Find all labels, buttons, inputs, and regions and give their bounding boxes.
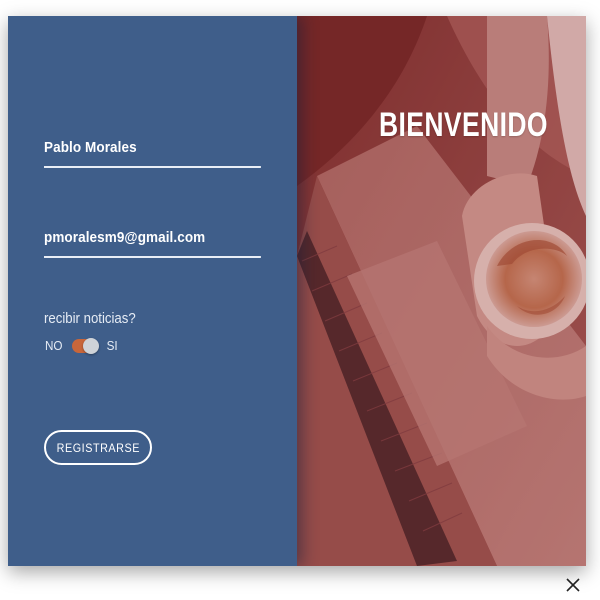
close-icon	[566, 578, 580, 592]
newsletter-toggle-row: NO SI	[44, 337, 118, 354]
form-panel: Pablo Morales pmoralesm9@gmail.com recib…	[8, 16, 297, 566]
toggle-off-label: NO	[44, 338, 63, 353]
register-button-label: REGISTRARSE	[56, 440, 140, 455]
hero-image-panel: BIENVENIDO	[297, 16, 586, 566]
email-input[interactable]: pmoralesm9@gmail.com	[44, 229, 261, 258]
page: Pablo Morales pmoralesm9@gmail.com recib…	[0, 0, 600, 600]
newsletter-toggle[interactable]	[71, 337, 99, 354]
toggle-knob[interactable]	[82, 337, 99, 354]
close-button[interactable]	[563, 575, 583, 595]
email-field[interactable]: pmoralesm9@gmail.com	[44, 229, 261, 258]
newsletter-question: recibir noticias?	[44, 310, 136, 327]
laptop-coffee-photo	[297, 16, 586, 566]
name-field[interactable]: Pablo Morales	[44, 139, 261, 168]
register-button[interactable]: REGISTRARSE	[44, 430, 152, 465]
toggle-on-label: SI	[106, 338, 118, 353]
name-input[interactable]: Pablo Morales	[44, 139, 261, 168]
welcome-title: BIENVENIDO	[378, 106, 548, 144]
registration-modal: Pablo Morales pmoralesm9@gmail.com recib…	[8, 16, 586, 566]
